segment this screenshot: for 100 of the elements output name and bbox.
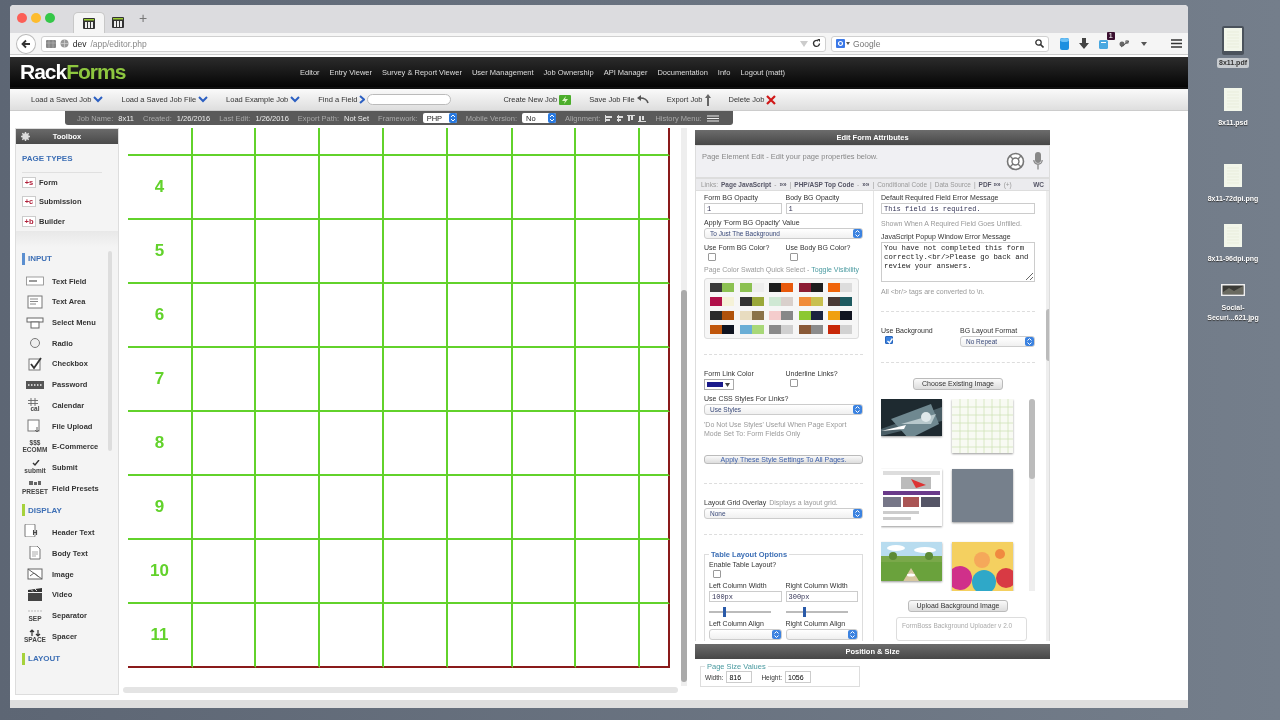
color-swatch[interactable] — [840, 325, 853, 334]
color-swatch[interactable] — [840, 297, 853, 306]
document-icon — [1224, 164, 1242, 187]
color-swatch[interactable] — [781, 311, 794, 320]
scrollbar[interactable] — [681, 128, 687, 686]
color-swatch[interactable] — [781, 325, 794, 334]
color-swatch[interactable] — [828, 311, 841, 320]
color-swatch[interactable] — [751, 311, 764, 320]
checkbox[interactable] — [789, 379, 798, 387]
color-swatch[interactable] — [810, 311, 823, 320]
color-swatch[interactable] — [798, 297, 811, 306]
back-button[interactable] — [16, 33, 36, 54]
color-swatch[interactable] — [769, 311, 782, 320]
grid-cell — [640, 220, 670, 284]
grid-cell — [640, 128, 670, 156]
color-swatch[interactable] — [828, 283, 841, 292]
color-swatch[interactable] — [710, 311, 722, 320]
align-icon[interactable] — [605, 114, 614, 122]
grid-cell — [256, 412, 320, 476]
color-swatch[interactable] — [739, 311, 752, 320]
grid-cell — [513, 128, 576, 156]
up-arrow-icon — [704, 93, 711, 106]
address-field[interactable]: dev /app/editor.php — [40, 35, 826, 52]
color-swatch[interactable] — [810, 325, 823, 334]
color-swatch[interactable] — [739, 283, 752, 292]
align-icon[interactable] — [627, 114, 636, 122]
menu-icon[interactable] — [1171, 39, 1182, 48]
checkbox[interactable] — [713, 570, 721, 578]
color-swatch[interactable] — [828, 297, 841, 306]
grid-cell — [448, 604, 513, 668]
close-button[interactable] — [17, 13, 27, 23]
grid-cell — [256, 156, 320, 220]
color-swatch[interactable] — [751, 297, 764, 306]
grid-cell — [576, 412, 640, 476]
grid-cell — [193, 284, 256, 348]
color-swatch[interactable] — [710, 325, 722, 334]
row-number: 8 — [128, 412, 193, 476]
color-swatch[interactable] — [810, 297, 823, 306]
plugin-icon[interactable] — [1119, 39, 1131, 48]
color-swatch[interactable] — [739, 325, 752, 334]
reload-icon[interactable] — [811, 39, 821, 48]
search-field[interactable]: Google — [830, 35, 1049, 52]
color-swatch[interactable] — [810, 283, 823, 292]
color-swatch[interactable] — [722, 283, 734, 292]
color-swatch[interactable] — [710, 283, 722, 292]
checkbox[interactable] — [708, 253, 716, 261]
color-swatch[interactable] — [798, 283, 811, 292]
color-swatch[interactable] — [828, 325, 841, 334]
color-swatch[interactable] — [781, 297, 794, 306]
zoom-button[interactable] — [45, 13, 55, 23]
image-thumbnail[interactable] — [952, 468, 1013, 522]
color-swatch[interactable] — [798, 311, 811, 320]
checkbox[interactable] — [789, 253, 798, 261]
color-swatch[interactable] — [840, 311, 853, 320]
grid-cell — [513, 476, 576, 540]
color-swatch[interactable] — [751, 325, 764, 334]
grid-cell — [193, 604, 256, 668]
grid-cell — [513, 540, 576, 604]
search-field[interactable] — [367, 94, 452, 105]
color-swatch[interactable] — [722, 325, 734, 334]
grid-cell — [576, 604, 640, 668]
delete-icon — [766, 94, 777, 105]
align-icon[interactable] — [638, 114, 647, 122]
grid-cell — [448, 540, 513, 604]
checkbox[interactable] — [885, 336, 893, 344]
row-number: 6 — [128, 284, 193, 348]
extension-icon[interactable] — [1099, 38, 1109, 49]
stepper-icon — [448, 113, 457, 123]
color-swatch[interactable] — [751, 283, 764, 292]
select-menu[interactable] — [709, 629, 782, 640]
color-swatch[interactable] — [781, 283, 794, 292]
color-swatch[interactable] — [769, 325, 782, 334]
color-picker[interactable] — [704, 379, 734, 390]
scrollbar[interactable] — [1029, 398, 1035, 591]
color-swatch[interactable] — [840, 283, 853, 292]
slider-thumb[interactable] — [723, 607, 727, 617]
download-icon[interactable] — [1079, 38, 1089, 49]
database-icon[interactable] — [1060, 37, 1069, 50]
select-menu[interactable] — [785, 629, 858, 640]
microphone-icon[interactable] — [1033, 152, 1043, 171]
grid-cell — [193, 128, 256, 156]
browser-tab[interactable] — [73, 12, 105, 33]
scrollbar[interactable] — [123, 687, 678, 693]
favicon-icon — [112, 17, 124, 28]
caret-icon[interactable] — [1141, 41, 1147, 46]
color-swatch[interactable] — [722, 297, 734, 306]
align-icon[interactable] — [616, 114, 625, 122]
color-swatch[interactable] — [710, 297, 722, 306]
color-swatch[interactable] — [798, 325, 811, 334]
search-input[interactable]: Google — [852, 38, 1032, 49]
stepper-icon — [853, 509, 862, 518]
slider-thumb[interactable] — [803, 607, 807, 617]
color-swatch[interactable] — [722, 311, 734, 320]
grid-cell — [448, 156, 513, 220]
checkbox-icon — [26, 357, 44, 371]
color-swatch[interactable] — [769, 283, 782, 292]
color-swatch[interactable] — [769, 297, 782, 306]
color-swatch[interactable] — [739, 297, 752, 306]
lifebuoy-icon[interactable] — [1006, 152, 1025, 171]
grid-cell — [640, 412, 670, 476]
